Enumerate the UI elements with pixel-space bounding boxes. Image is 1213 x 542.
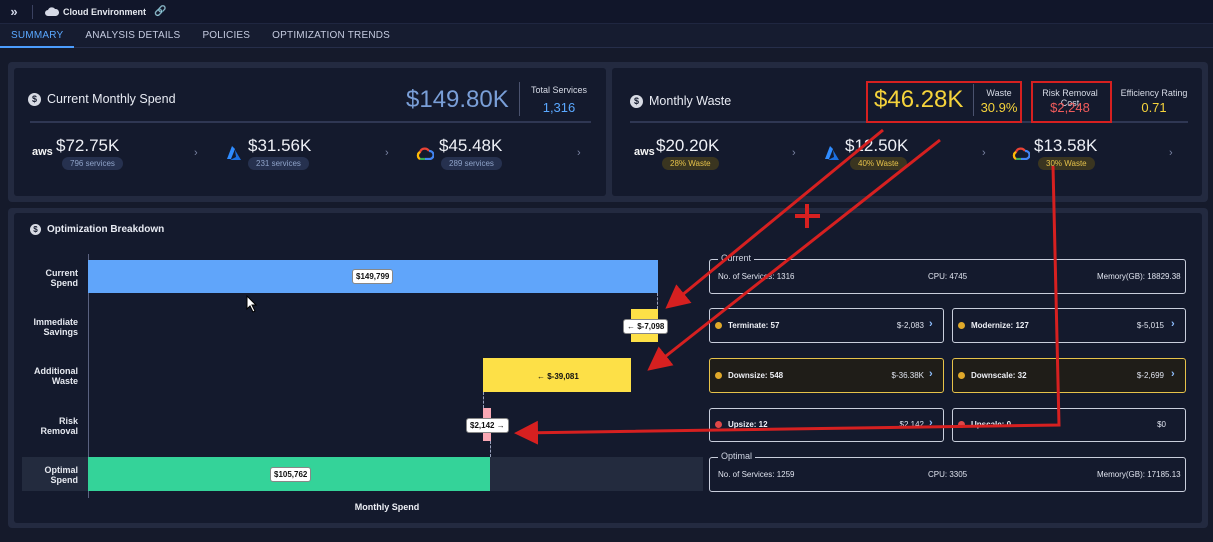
annotation-overlay [514,128,1061,445]
annotation-arrow [647,138,941,371]
annotation-arrow [665,128,884,309]
annotation-plus-icon [795,204,820,228]
